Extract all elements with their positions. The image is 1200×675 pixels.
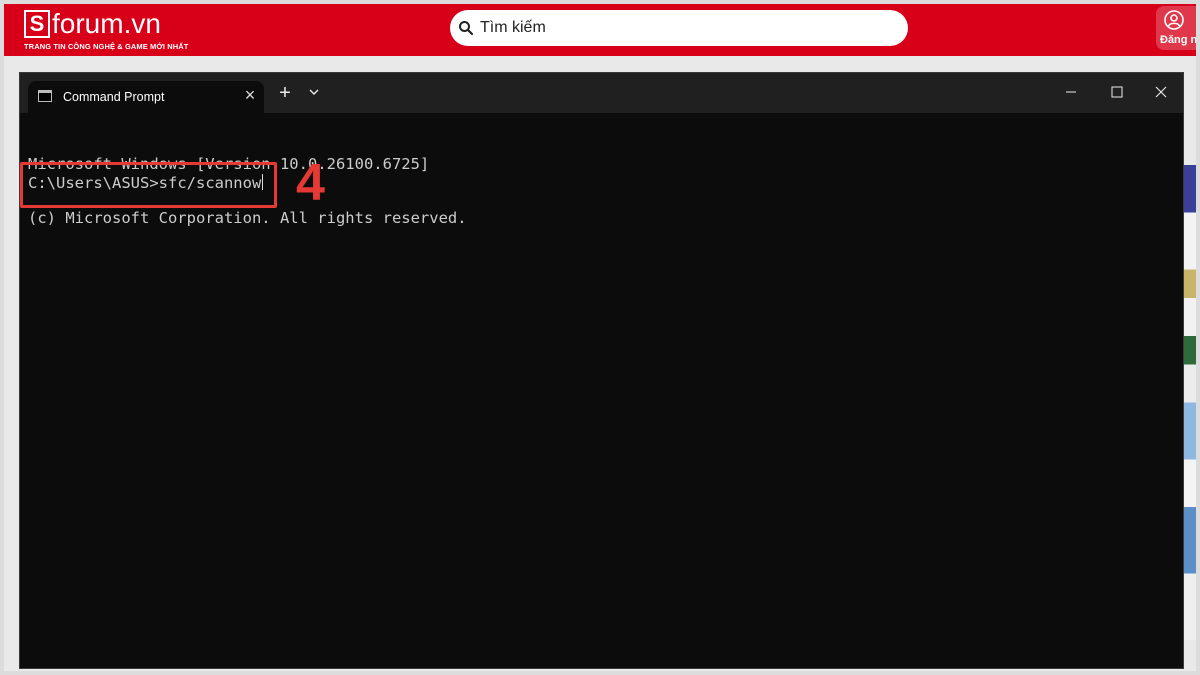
login-label: Đăng n (1160, 34, 1198, 46)
console-line: (c) Microsoft Corporation. All rights re… (28, 209, 467, 227)
login-button[interactable]: Đăng n (1156, 6, 1198, 50)
tab-command-prompt[interactable]: Command Prompt × (28, 81, 264, 113)
tab-label: Command Prompt (63, 90, 165, 104)
command-prompt-window[interactable]: Command Prompt × + Microsoft Windows [Ve… (19, 72, 1184, 669)
title-bar[interactable]: Command Prompt × + (20, 73, 1183, 113)
user-icon (1164, 10, 1184, 30)
close-window-button[interactable] (1146, 81, 1176, 103)
logo-word: forum.vn (52, 8, 161, 39)
chevron-down-icon[interactable] (306, 84, 322, 100)
annotation-step-number: 4 (296, 154, 325, 212)
site-header: S forum.vn TRANG TIN CÔNG NGHỆ & GAME MỚ… (4, 4, 1198, 56)
background-page-strip (1184, 165, 1196, 640)
tab-close-icon[interactable]: × (240, 85, 260, 105)
maximize-button[interactable] (1102, 81, 1132, 103)
annotation-highlight-box (20, 162, 277, 208)
logo-tagline: TRANG TIN CÔNG NGHỆ & GAME MỚI NHẤT (24, 42, 189, 51)
cmd-icon (38, 90, 52, 102)
minimize-button[interactable] (1056, 81, 1086, 103)
logo-letter: S (24, 10, 50, 38)
search-bar[interactable] (450, 10, 908, 46)
new-tab-button[interactable]: + (274, 82, 296, 104)
search-icon (459, 21, 474, 36)
search-input[interactable] (480, 16, 880, 40)
